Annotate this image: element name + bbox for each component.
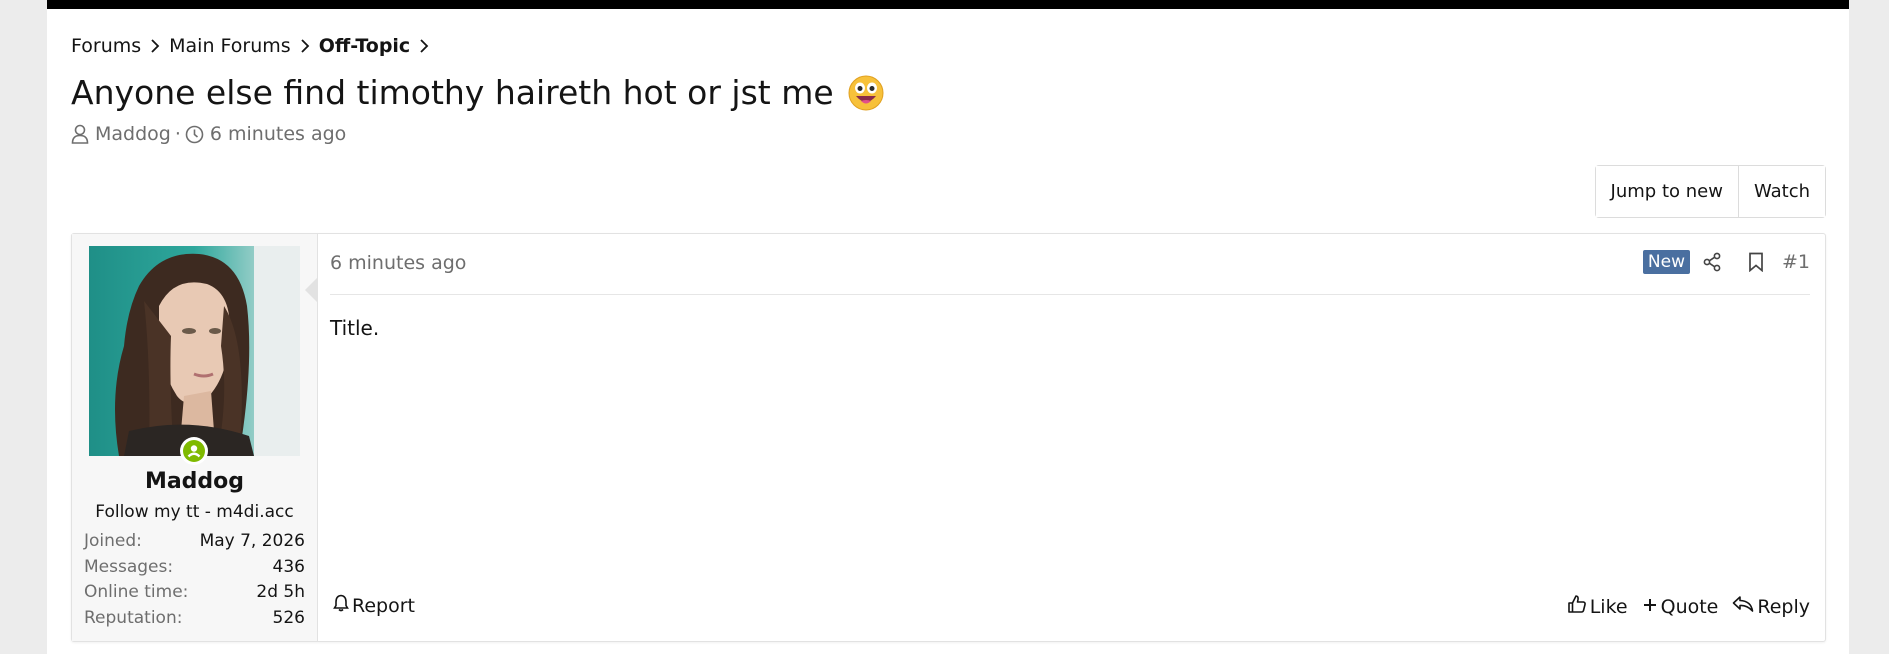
stat-online-time: Online time: 2d 5h (84, 580, 305, 606)
post-header: 6 minutes ago New #1 (330, 234, 1810, 295)
user-stats: Joined: May 7, 2026 Messages: 436 Online… (84, 529, 305, 631)
stat-value: May 7, 2026 (199, 531, 305, 551)
jump-to-new-button[interactable]: Jump to new (1595, 166, 1738, 217)
stat-label: Joined: (84, 531, 142, 551)
bell-icon (333, 594, 352, 617)
stat-messages: Messages: 436 (84, 555, 305, 581)
clock-icon (185, 125, 204, 144)
breadcrumb: Forums Main Forums Off-Topic (71, 35, 438, 57)
new-badge: New (1642, 250, 1690, 274)
post-content: 6 minutes ago New #1 Title. Report Like … (330, 234, 1810, 641)
avatar[interactable] (89, 246, 300, 456)
stat-value: 2d 5h (256, 582, 305, 602)
top-bar (47, 0, 1849, 9)
post-timestamp[interactable]: 6 minutes ago (330, 252, 466, 274)
share-icon[interactable] (1690, 252, 1734, 272)
chevron-right-icon (410, 37, 438, 55)
quote-label: Quote (1660, 595, 1719, 618)
post-footer-actions: Like Quote Reply (1553, 594, 1810, 619)
stat-label: Online time: (84, 582, 189, 602)
reply-button[interactable]: Reply (1732, 594, 1810, 619)
thread-actions: Jump to new Watch (1594, 165, 1826, 218)
user-title: Follow my tt - m4di.acc (95, 502, 294, 522)
post: Maddog Follow my tt - m4di.acc Joined: M… (71, 233, 1826, 642)
chevron-right-icon (141, 37, 169, 55)
thread-start-date[interactable]: 6 minutes ago (210, 123, 346, 145)
breadcrumb-forums[interactable]: Forums (71, 35, 141, 57)
report-button[interactable]: Report (333, 594, 415, 617)
user-icon (71, 124, 89, 144)
like-label: Like (1589, 595, 1628, 618)
post-arrow (305, 278, 317, 302)
quote-button[interactable]: Quote (1642, 594, 1719, 619)
watch-button[interactable]: Watch (1737, 166, 1825, 217)
stat-label: Reputation: (84, 607, 183, 628)
online-status-icon (180, 437, 208, 465)
post-footer: Report Like Quote Reply (330, 594, 1810, 624)
page: Forums Main Forums Off-Topic Anyone else… (47, 0, 1849, 654)
stat-joined: Joined: May 7, 2026 (84, 529, 305, 555)
report-label: Report (352, 594, 415, 617)
like-button[interactable]: Like (1567, 594, 1628, 619)
post-username[interactable]: Maddog (72, 469, 317, 494)
breadcrumb-off-topic[interactable]: Off-Topic (319, 35, 411, 57)
post-user-cell: Maddog Follow my tt - m4di.acc Joined: M… (72, 234, 318, 641)
thread-title-text: Anyone else find timothy haireth hot or … (71, 73, 834, 112)
post-number[interactable]: #1 (1782, 251, 1810, 273)
chevron-right-icon (291, 37, 319, 55)
plus-icon (1642, 596, 1661, 618)
stat-label: Messages: (84, 556, 174, 577)
reply-label: Reply (1757, 595, 1810, 618)
breadcrumb-main-forums[interactable]: Main Forums (169, 35, 291, 57)
thumbs-up-icon (1567, 594, 1590, 619)
post-body: Title. (330, 316, 380, 340)
grinning-emoji-icon (848, 75, 884, 111)
stat-value: 526 (272, 607, 305, 628)
meta-separator: · (174, 123, 181, 145)
thread-author-link[interactable]: Maddog (95, 123, 171, 145)
reply-icon (1732, 595, 1757, 618)
page-title: Anyone else find timothy haireth hot or … (71, 73, 884, 112)
thread-meta: Maddog · 6 minutes ago (71, 123, 346, 145)
stat-reputation: Reputation: 526 (84, 606, 305, 632)
stat-value[interactable]: 436 (273, 555, 305, 581)
bookmark-icon[interactable] (1734, 252, 1778, 272)
post-header-actions: New #1 (1642, 250, 1810, 274)
